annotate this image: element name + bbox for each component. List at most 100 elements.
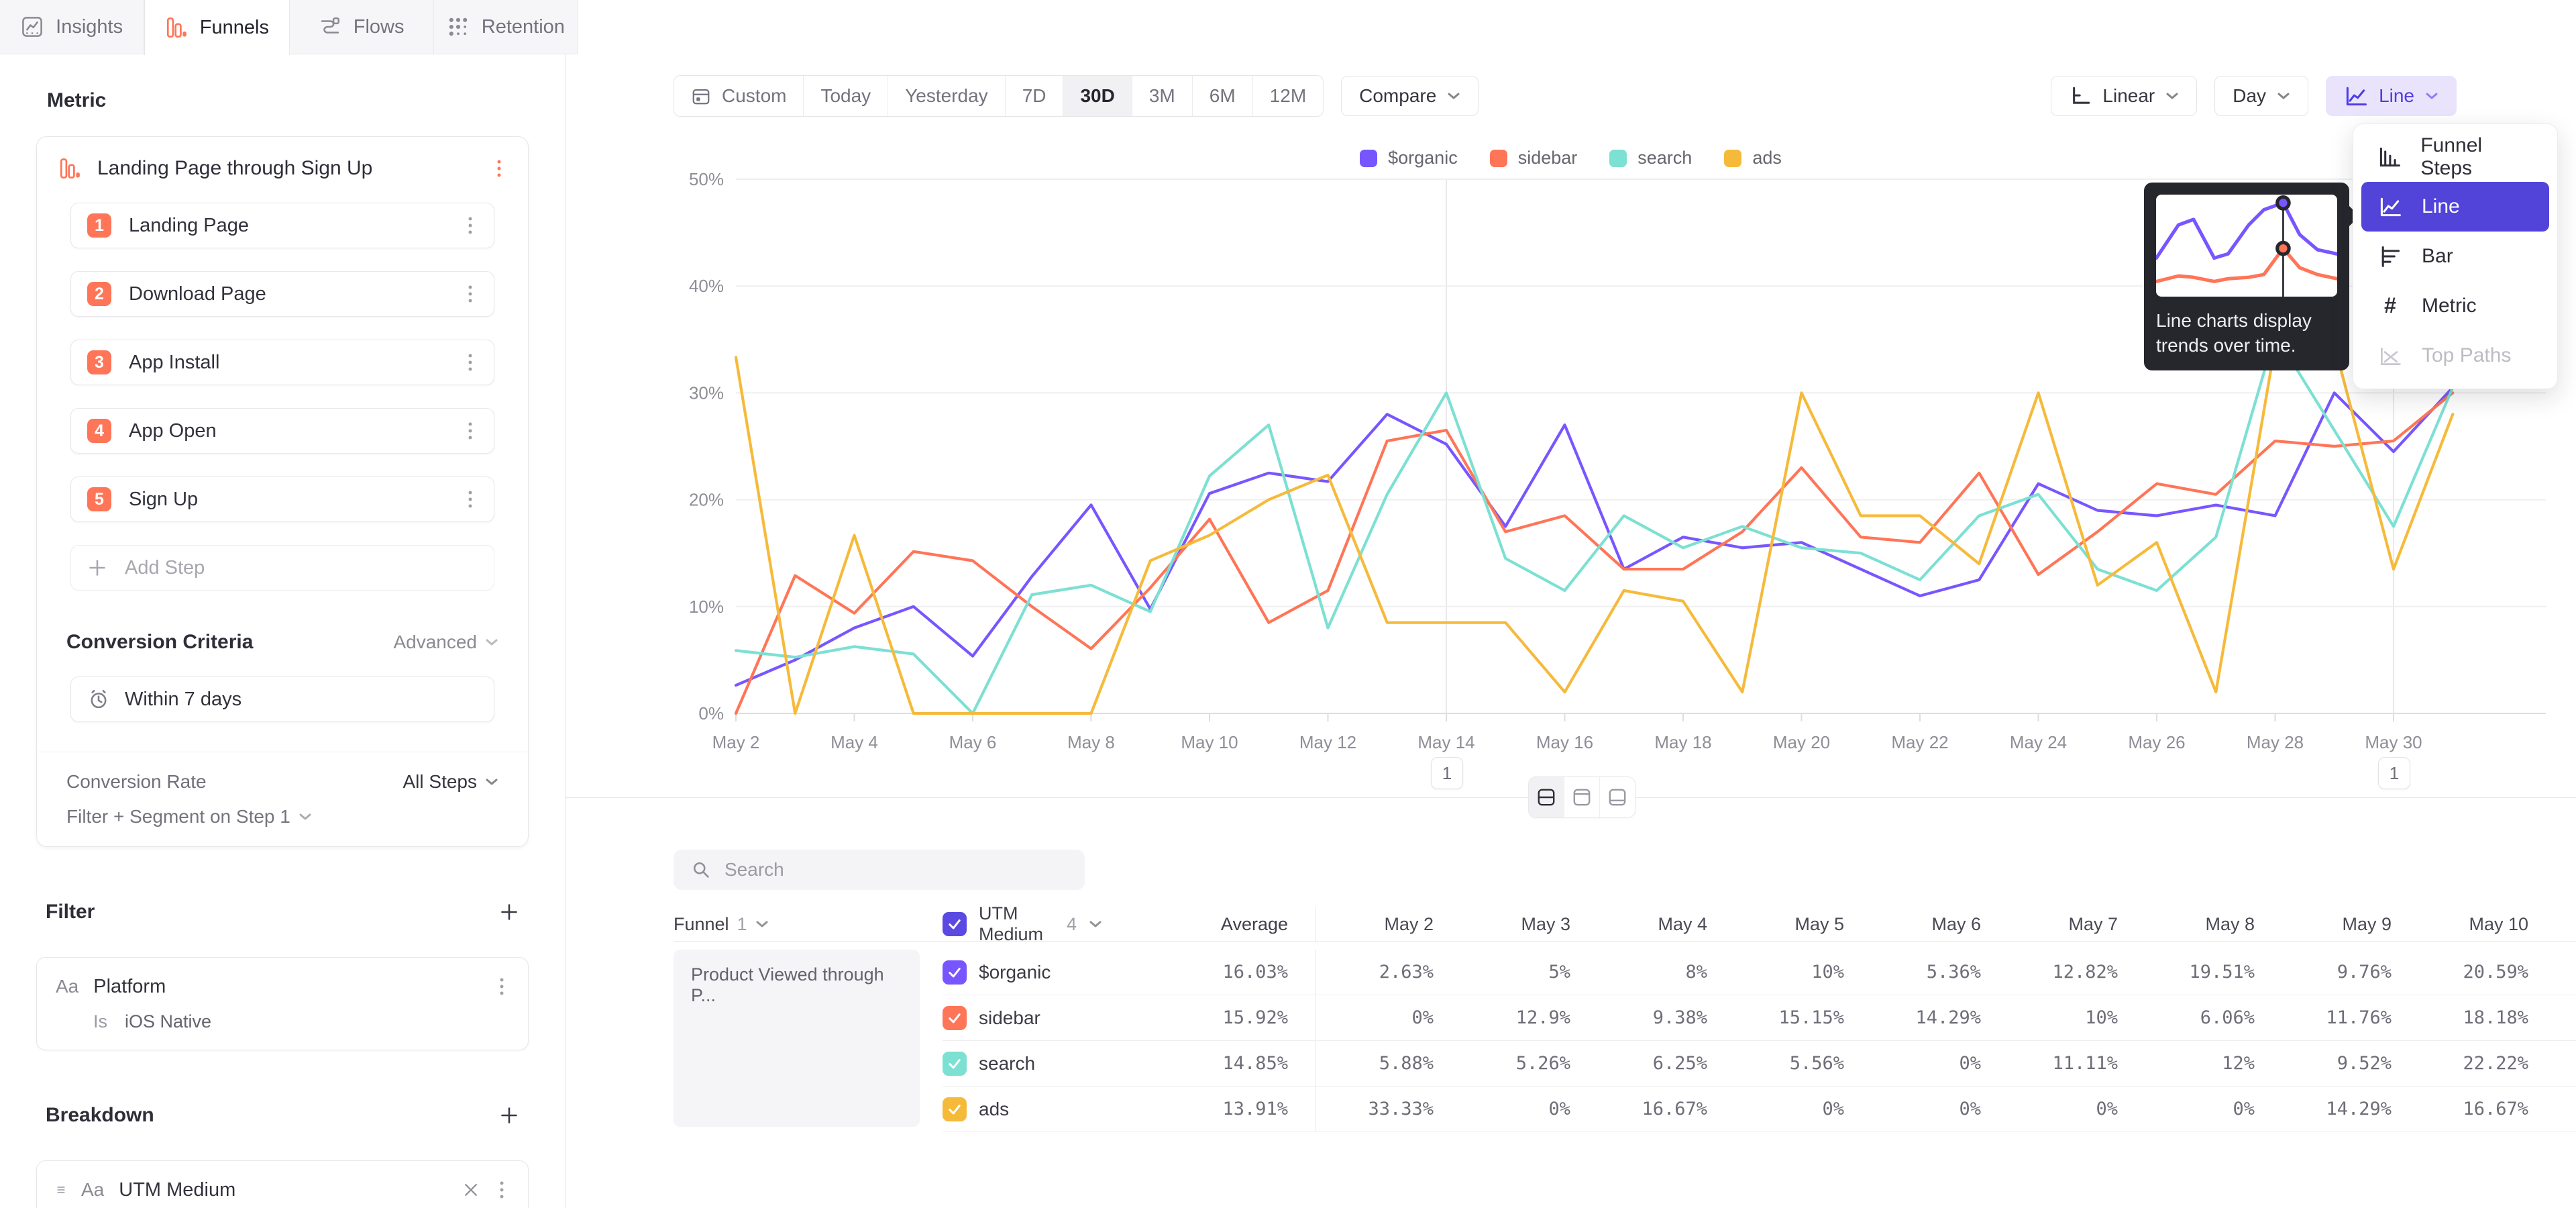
- line-chart-svg: 0%10%20%30%40%50%May 2May 4May 6May 8May…: [566, 0, 2576, 805]
- funnel-step-5[interactable]: 5Sign Up: [70, 476, 494, 522]
- conversion-rate-dropdown[interactable]: All Steps: [403, 771, 499, 793]
- add-step-button[interactable]: Add Step: [70, 545, 494, 591]
- svg-text:May 16: May 16: [1536, 732, 1593, 752]
- funnel-steps-icon: [2376, 145, 2403, 169]
- metric-icon: #: [2376, 294, 2404, 318]
- row-label: sidebar: [979, 1007, 1040, 1029]
- kebab-icon[interactable]: [463, 283, 478, 305]
- legend-item[interactable]: sidebar: [1490, 148, 1578, 168]
- filter-condition[interactable]: Is iOS Native: [56, 1011, 509, 1032]
- svg-text:May 22: May 22: [1891, 732, 1948, 752]
- range-12m[interactable]: 12M: [1252, 76, 1323, 116]
- range-3m[interactable]: 3M: [1132, 76, 1192, 116]
- svg-text:0%: 0%: [698, 703, 724, 723]
- menu-item-metric[interactable]: # Metric: [2361, 281, 2549, 331]
- conversion-window-button[interactable]: Within 7 days: [70, 676, 494, 722]
- menu-item-bar[interactable]: Bar: [2361, 232, 2549, 281]
- breakdown-table: Funnel 1 UTM Medium 4 Average May 2May 3…: [674, 907, 2576, 1132]
- select-all-checkbox[interactable]: [943, 912, 967, 936]
- funnel-icon: [58, 157, 81, 180]
- row-name-cell: ads: [943, 1097, 1102, 1121]
- kebab-menu-icon[interactable]: [494, 975, 509, 998]
- row-value: 5%: [1452, 962, 1589, 983]
- kebab-icon[interactable]: [463, 214, 478, 237]
- table-only-view-button[interactable]: [1599, 777, 1635, 817]
- funnel-cell[interactable]: Product Viewed through P...: [674, 950, 920, 1127]
- conversion-rate-row: Conversion Rate All Steps: [66, 771, 498, 793]
- funnels-icon: [165, 16, 188, 39]
- drag-handle-icon[interactable]: [56, 1180, 66, 1199]
- search-input[interactable]: Search: [674, 850, 1085, 890]
- tooltip-mini-chart-svg: [2156, 195, 2337, 297]
- chevron-down-icon: [485, 638, 498, 646]
- filter-property[interactable]: Platform: [93, 976, 480, 998]
- kebab-menu-icon[interactable]: [494, 1178, 509, 1201]
- kebab-icon[interactable]: [463, 488, 478, 511]
- advanced-dropdown[interactable]: Advanced: [393, 632, 498, 653]
- scale-dropdown[interactable]: Linear: [2051, 76, 2197, 116]
- compare-button[interactable]: Compare: [1341, 76, 1479, 116]
- annotation-marker[interactable]: 1: [2378, 757, 2410, 789]
- svg-text:May 20: May 20: [1773, 732, 1830, 752]
- tab-retention[interactable]: Retention: [434, 0, 578, 54]
- range-label: Yesterday: [905, 85, 988, 107]
- annotation-marker[interactable]: 1: [1431, 757, 1463, 789]
- row-name-cell: search: [943, 1052, 1102, 1076]
- filter-segment-dropdown[interactable]: Filter + Segment on Step 1: [66, 806, 498, 827]
- range-30d[interactable]: 30D: [1063, 76, 1131, 116]
- average-column-header: Average: [1102, 914, 1315, 935]
- funnel-step-2[interactable]: 2Download Page: [70, 271, 494, 317]
- range-6m[interactable]: 6M: [1192, 76, 1252, 116]
- chart-only-view-button[interactable]: [1564, 777, 1599, 817]
- funnel-step-4[interactable]: 4App Open: [70, 408, 494, 454]
- kebab-icon[interactable]: [463, 419, 478, 442]
- split-view-button[interactable]: [1529, 777, 1564, 817]
- legend-item[interactable]: $organic: [1360, 148, 1458, 168]
- tab-funnels[interactable]: Funnels: [144, 0, 289, 55]
- funnel-step-1[interactable]: 1Landing Page: [70, 203, 494, 248]
- clock-icon: [87, 688, 110, 711]
- close-icon[interactable]: [462, 1181, 480, 1199]
- add-filter-button[interactable]: [499, 902, 519, 922]
- breakdown-property[interactable]: UTM Medium: [119, 1179, 447, 1201]
- add-breakdown-button[interactable]: [499, 1105, 519, 1125]
- breakdown-heading: Breakdown: [46, 1104, 154, 1127]
- metric-card: Landing Page through Sign Up 1Landing Pa…: [36, 136, 529, 847]
- chevron-down-icon: [1089, 920, 1102, 928]
- table-row: sidebar15.92%0%12.9%9.38%15.15%14.29%10%…: [943, 995, 2576, 1041]
- row-checkbox[interactable]: [943, 960, 967, 985]
- range-7d[interactable]: 7D: [1005, 76, 1063, 116]
- funnel-column-header[interactable]: Funnel 1: [674, 914, 920, 935]
- breakdown-column-header[interactable]: UTM Medium 4: [943, 903, 1102, 945]
- row-checkbox[interactable]: [943, 1006, 967, 1030]
- row-label: $organic: [979, 962, 1051, 983]
- tooltip-text: Line charts display trends over time.: [2156, 309, 2337, 358]
- menu-item-funnel-steps[interactable]: Funnel Steps: [2361, 132, 2549, 182]
- row-checkbox[interactable]: [943, 1097, 967, 1121]
- text-type-icon: Aa: [81, 1179, 104, 1201]
- advanced-label: Advanced: [393, 632, 477, 653]
- granularity-dropdown[interactable]: Day: [2214, 76, 2308, 116]
- tab-insights[interactable]: Insights: [0, 0, 144, 54]
- row-checkbox[interactable]: [943, 1052, 967, 1076]
- chevron-down-icon: [2277, 92, 2290, 100]
- menu-item-label: Line: [2422, 195, 2460, 218]
- legend-item[interactable]: search: [1609, 148, 1692, 168]
- kebab-menu-icon[interactable]: [492, 157, 506, 180]
- flows-icon: [319, 15, 341, 38]
- range-today[interactable]: Today: [803, 76, 888, 116]
- report-tabs: InsightsFunnelsFlowsRetention: [0, 0, 578, 54]
- range-yesterday[interactable]: Yesterday: [888, 76, 1005, 116]
- chart-type-dropdown[interactable]: Line: [2326, 76, 2457, 116]
- date-column-header: May 8: [2137, 914, 2273, 935]
- legend-item[interactable]: ads: [1724, 148, 1782, 168]
- chart-type-tooltip: Line charts display trends over time.: [2144, 183, 2349, 370]
- menu-item-line[interactable]: Line: [2361, 182, 2549, 232]
- tab-flows[interactable]: Flows: [290, 0, 434, 54]
- range-custom[interactable]: Custom: [674, 76, 803, 116]
- funnel-step-3[interactable]: 3App Install: [70, 340, 494, 385]
- row-label: search: [979, 1053, 1035, 1074]
- date-column-header: May 4: [1589, 914, 1726, 935]
- kebab-icon[interactable]: [463, 351, 478, 374]
- menu-item-label: Metric: [2422, 295, 2477, 317]
